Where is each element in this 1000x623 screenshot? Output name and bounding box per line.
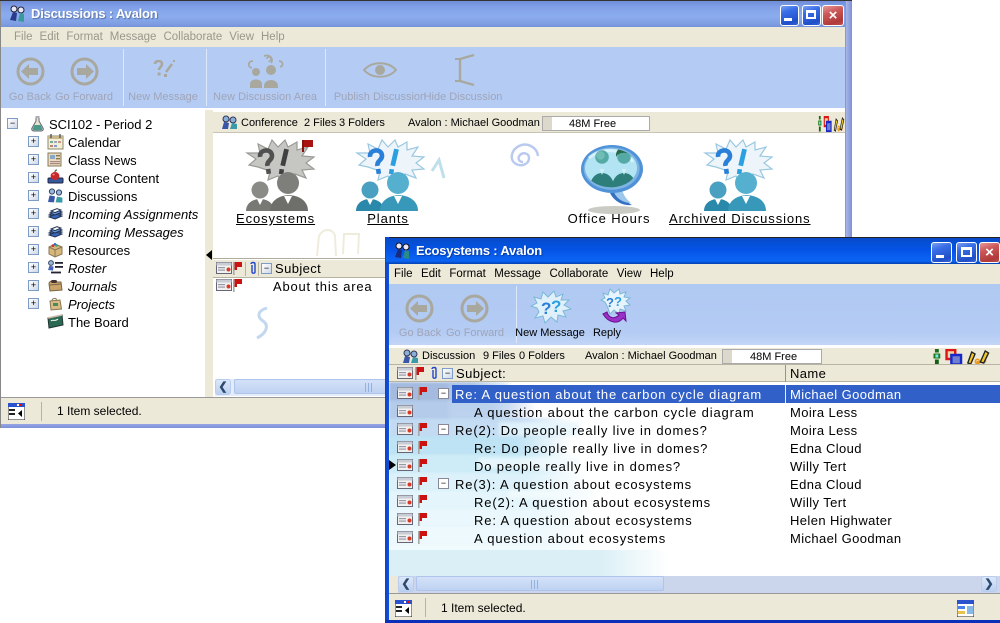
svg-text:?: ? — [551, 297, 561, 316]
svg-text:?: ? — [541, 299, 551, 318]
svg-text:?: ? — [606, 295, 614, 310]
svg-text:?: ? — [614, 294, 622, 309]
